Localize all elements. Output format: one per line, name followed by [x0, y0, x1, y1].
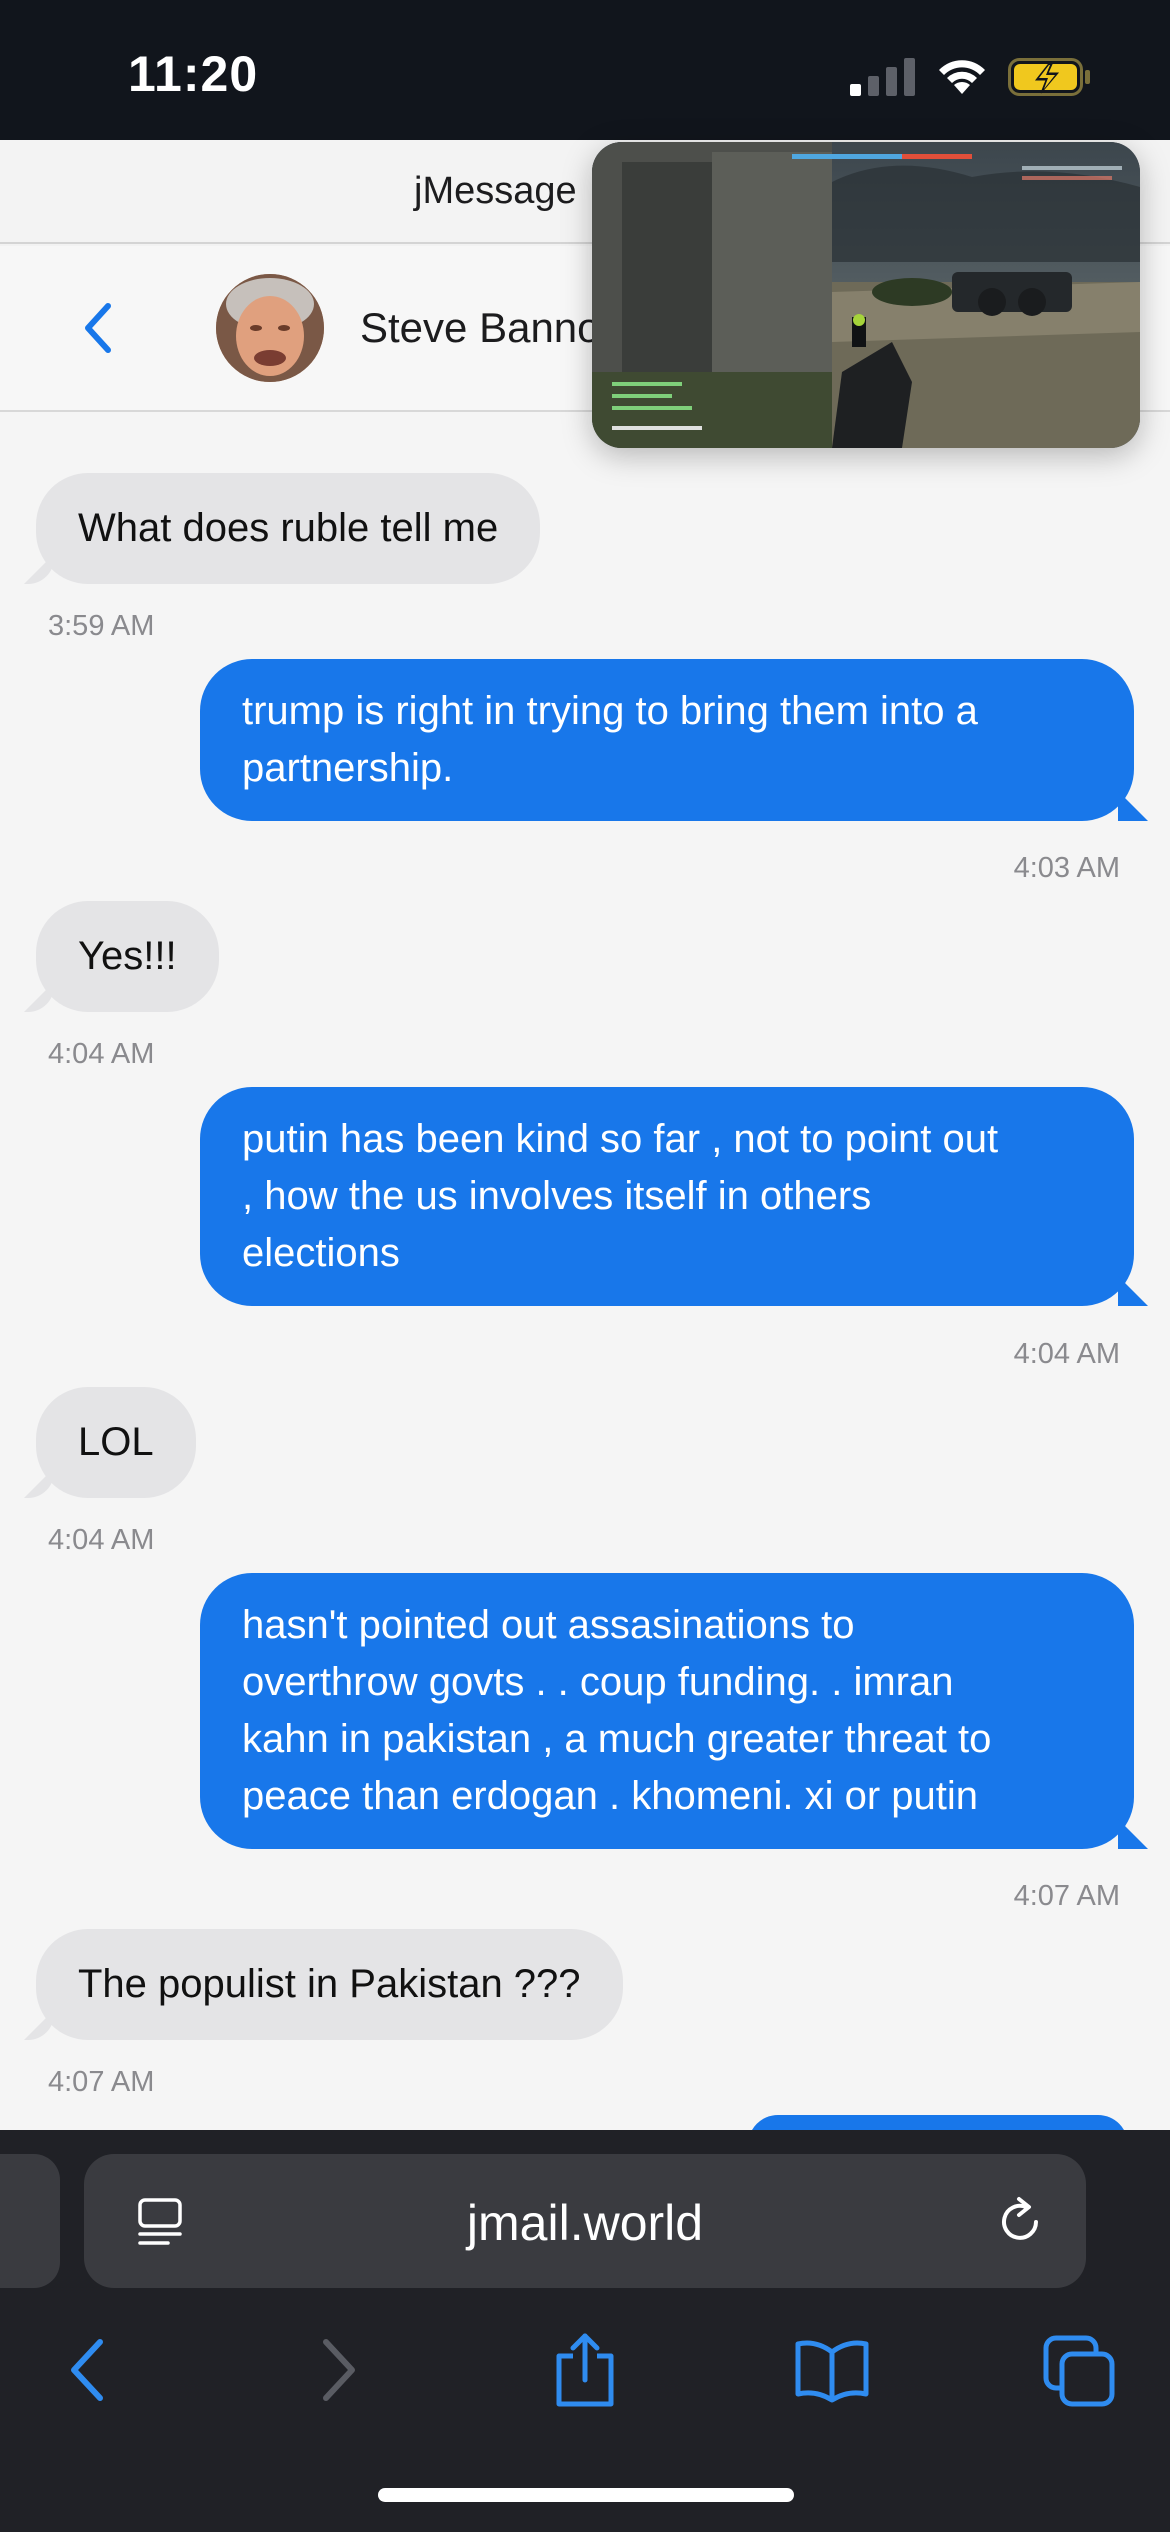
incoming-message-bubble[interactable]: The populist in Pakistan ???	[36, 1929, 623, 2040]
message-text-line: peace than erdogan . khomeni. xi or puti…	[242, 1774, 979, 1818]
game-video-frame	[592, 142, 1140, 448]
battery-charging-icon	[1008, 58, 1090, 96]
back-arrow-icon[interactable]	[48, 2332, 128, 2408]
message-timestamp: 4:07 AM	[1013, 1880, 1120, 1912]
wifi-icon	[939, 60, 985, 94]
avatar[interactable]	[216, 274, 324, 382]
message-text-line: trump is right in trying to bring them i…	[242, 689, 978, 733]
message-timestamp: 4:03 AM	[1013, 852, 1120, 884]
message-timestamp: 4:04 AM	[48, 1038, 155, 1070]
browser-nav-row	[0, 2320, 1170, 2420]
cellular-signal-icon	[850, 58, 915, 96]
back-chevron-icon[interactable]	[78, 298, 118, 358]
home-indicator[interactable]	[378, 2488, 794, 2502]
outgoing-message-bubble[interactable]: hasn't pointed out assasinations to over…	[200, 1573, 1134, 1849]
message-text-line: elections	[242, 1231, 400, 1275]
message-text: Yes!!!	[78, 934, 177, 978]
incoming-message-bubble[interactable]: Yes!!!	[36, 901, 219, 1012]
message-timestamp: 3:59 AM	[48, 610, 155, 642]
outgoing-message-bubble[interactable]: putin has been kind so far , not to poin…	[200, 1087, 1134, 1306]
message-text-line: overthrow govts . . coup funding. . imra…	[242, 1660, 954, 1704]
reload-icon[interactable]	[992, 2194, 1048, 2250]
incoming-message-bubble[interactable]: What does ruble tell me	[36, 473, 541, 584]
url-text[interactable]: jmail.world	[84, 2194, 1086, 2252]
message-text-line: hasn't pointed out assasinations to	[242, 1603, 855, 1647]
message-text-line: putin has been kind so far , not to poin…	[242, 1117, 999, 1161]
message-list[interactable]: What does ruble tell me 3:59 AM trump is…	[0, 412, 1170, 2130]
message-text-line: , how the us involves itself in others	[242, 1174, 872, 1218]
message-timestamp: 4:04 AM	[1013, 1338, 1120, 1370]
message-text: What does ruble tell me	[78, 506, 499, 550]
incoming-message-bubble[interactable]: LOL	[36, 1387, 196, 1498]
message-text: The populist in Pakistan ???	[78, 1962, 581, 2006]
outgoing-message-bubble[interactable]: trump is right in trying to bring them i…	[200, 659, 1134, 821]
contact-name: Steve Bannon	[360, 304, 624, 351]
message-text-line: kahn in pakistan , a much greater threat…	[242, 1717, 992, 1761]
share-icon[interactable]	[545, 2332, 625, 2408]
tabs-icon[interactable]	[1040, 2332, 1120, 2408]
address-bar[interactable]: jmail.world	[84, 2154, 1086, 2288]
browser-toolbar: jmail.world	[0, 2130, 1170, 2532]
status-time: 11:20	[128, 46, 259, 102]
bookmarks-icon[interactable]	[792, 2332, 872, 2408]
app-title: jMessage	[414, 170, 577, 212]
message-text-line: partnership.	[242, 746, 454, 790]
picture-in-picture-video[interactable]	[592, 142, 1140, 448]
message-text: LOL	[78, 1420, 154, 1464]
previous-tab-preview[interactable]	[0, 2154, 60, 2288]
status-bar: 11:20	[0, 0, 1170, 140]
outgoing-message-bubble-partial[interactable]	[748, 2115, 1128, 2130]
message-timestamp: 4:07 AM	[48, 2066, 155, 2098]
forward-arrow-icon[interactable]	[298, 2332, 378, 2408]
message-timestamp: 4:04 AM	[48, 1524, 155, 1556]
